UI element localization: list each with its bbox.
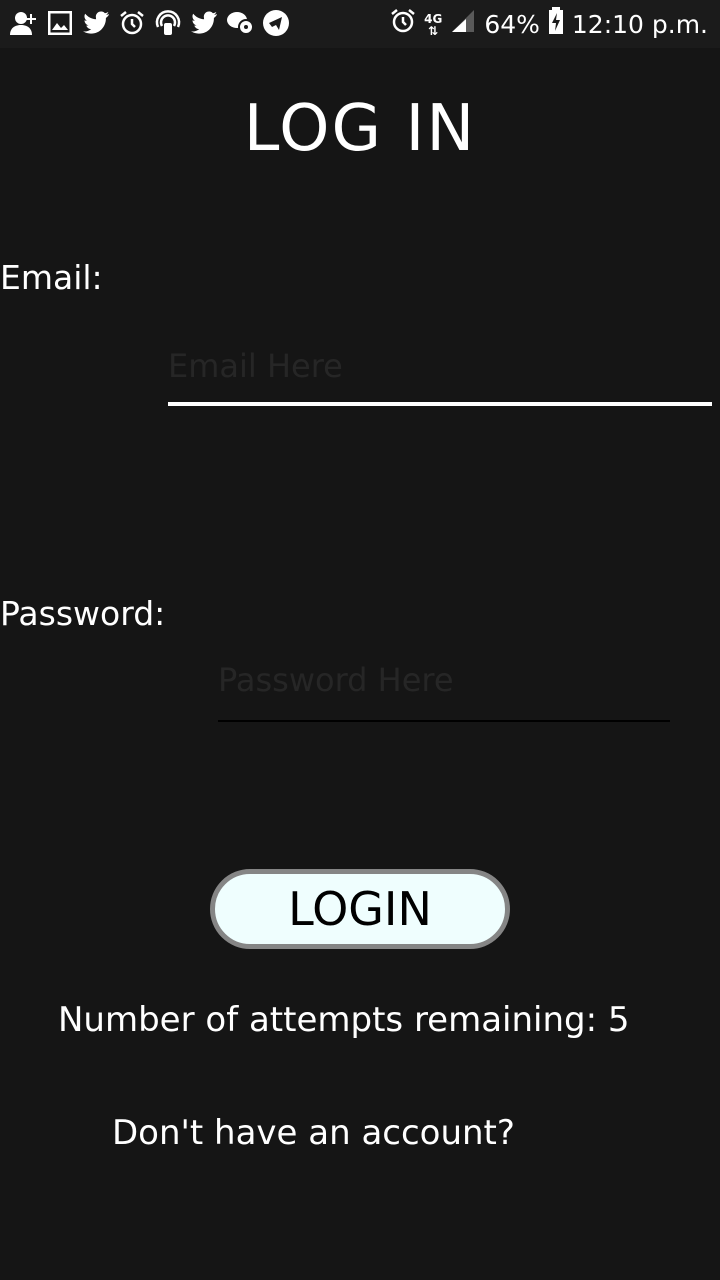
signup-link[interactable]: Don't have an account? [112, 1113, 515, 1153]
message-icon [226, 9, 254, 37]
notification-icons [10, 9, 290, 37]
system-status: 4G ⇅ 64% 12:10 p.m. [390, 7, 708, 42]
email-label: Email: [0, 258, 103, 297]
email-input[interactable] [168, 330, 712, 406]
network-type: 4G ⇅ [424, 11, 443, 38]
telegram-icon [262, 9, 290, 37]
battery-charging-icon [548, 7, 564, 42]
status-bar: 4G ⇅ 64% 12:10 p.m. [0, 0, 720, 48]
image-icon [46, 9, 74, 37]
clock: 12:10 p.m. [571, 10, 708, 39]
alarm-icon [118, 9, 146, 37]
page-title: LOG IN [243, 92, 477, 166]
attempts-remaining-text: Number of attempts remaining: 5 [58, 1000, 630, 1040]
password-label: Password: [0, 594, 166, 633]
alarm-icon [390, 8, 416, 41]
password-input[interactable] [218, 640, 670, 722]
hotspot-icon [154, 9, 182, 37]
add-contact-icon [10, 9, 38, 37]
battery-percent: 64% [484, 10, 540, 39]
login-button[interactable]: LOGIN [210, 869, 510, 949]
twitter-icon [190, 9, 218, 37]
twitter-icon [82, 9, 110, 37]
signal-icon [450, 8, 476, 41]
